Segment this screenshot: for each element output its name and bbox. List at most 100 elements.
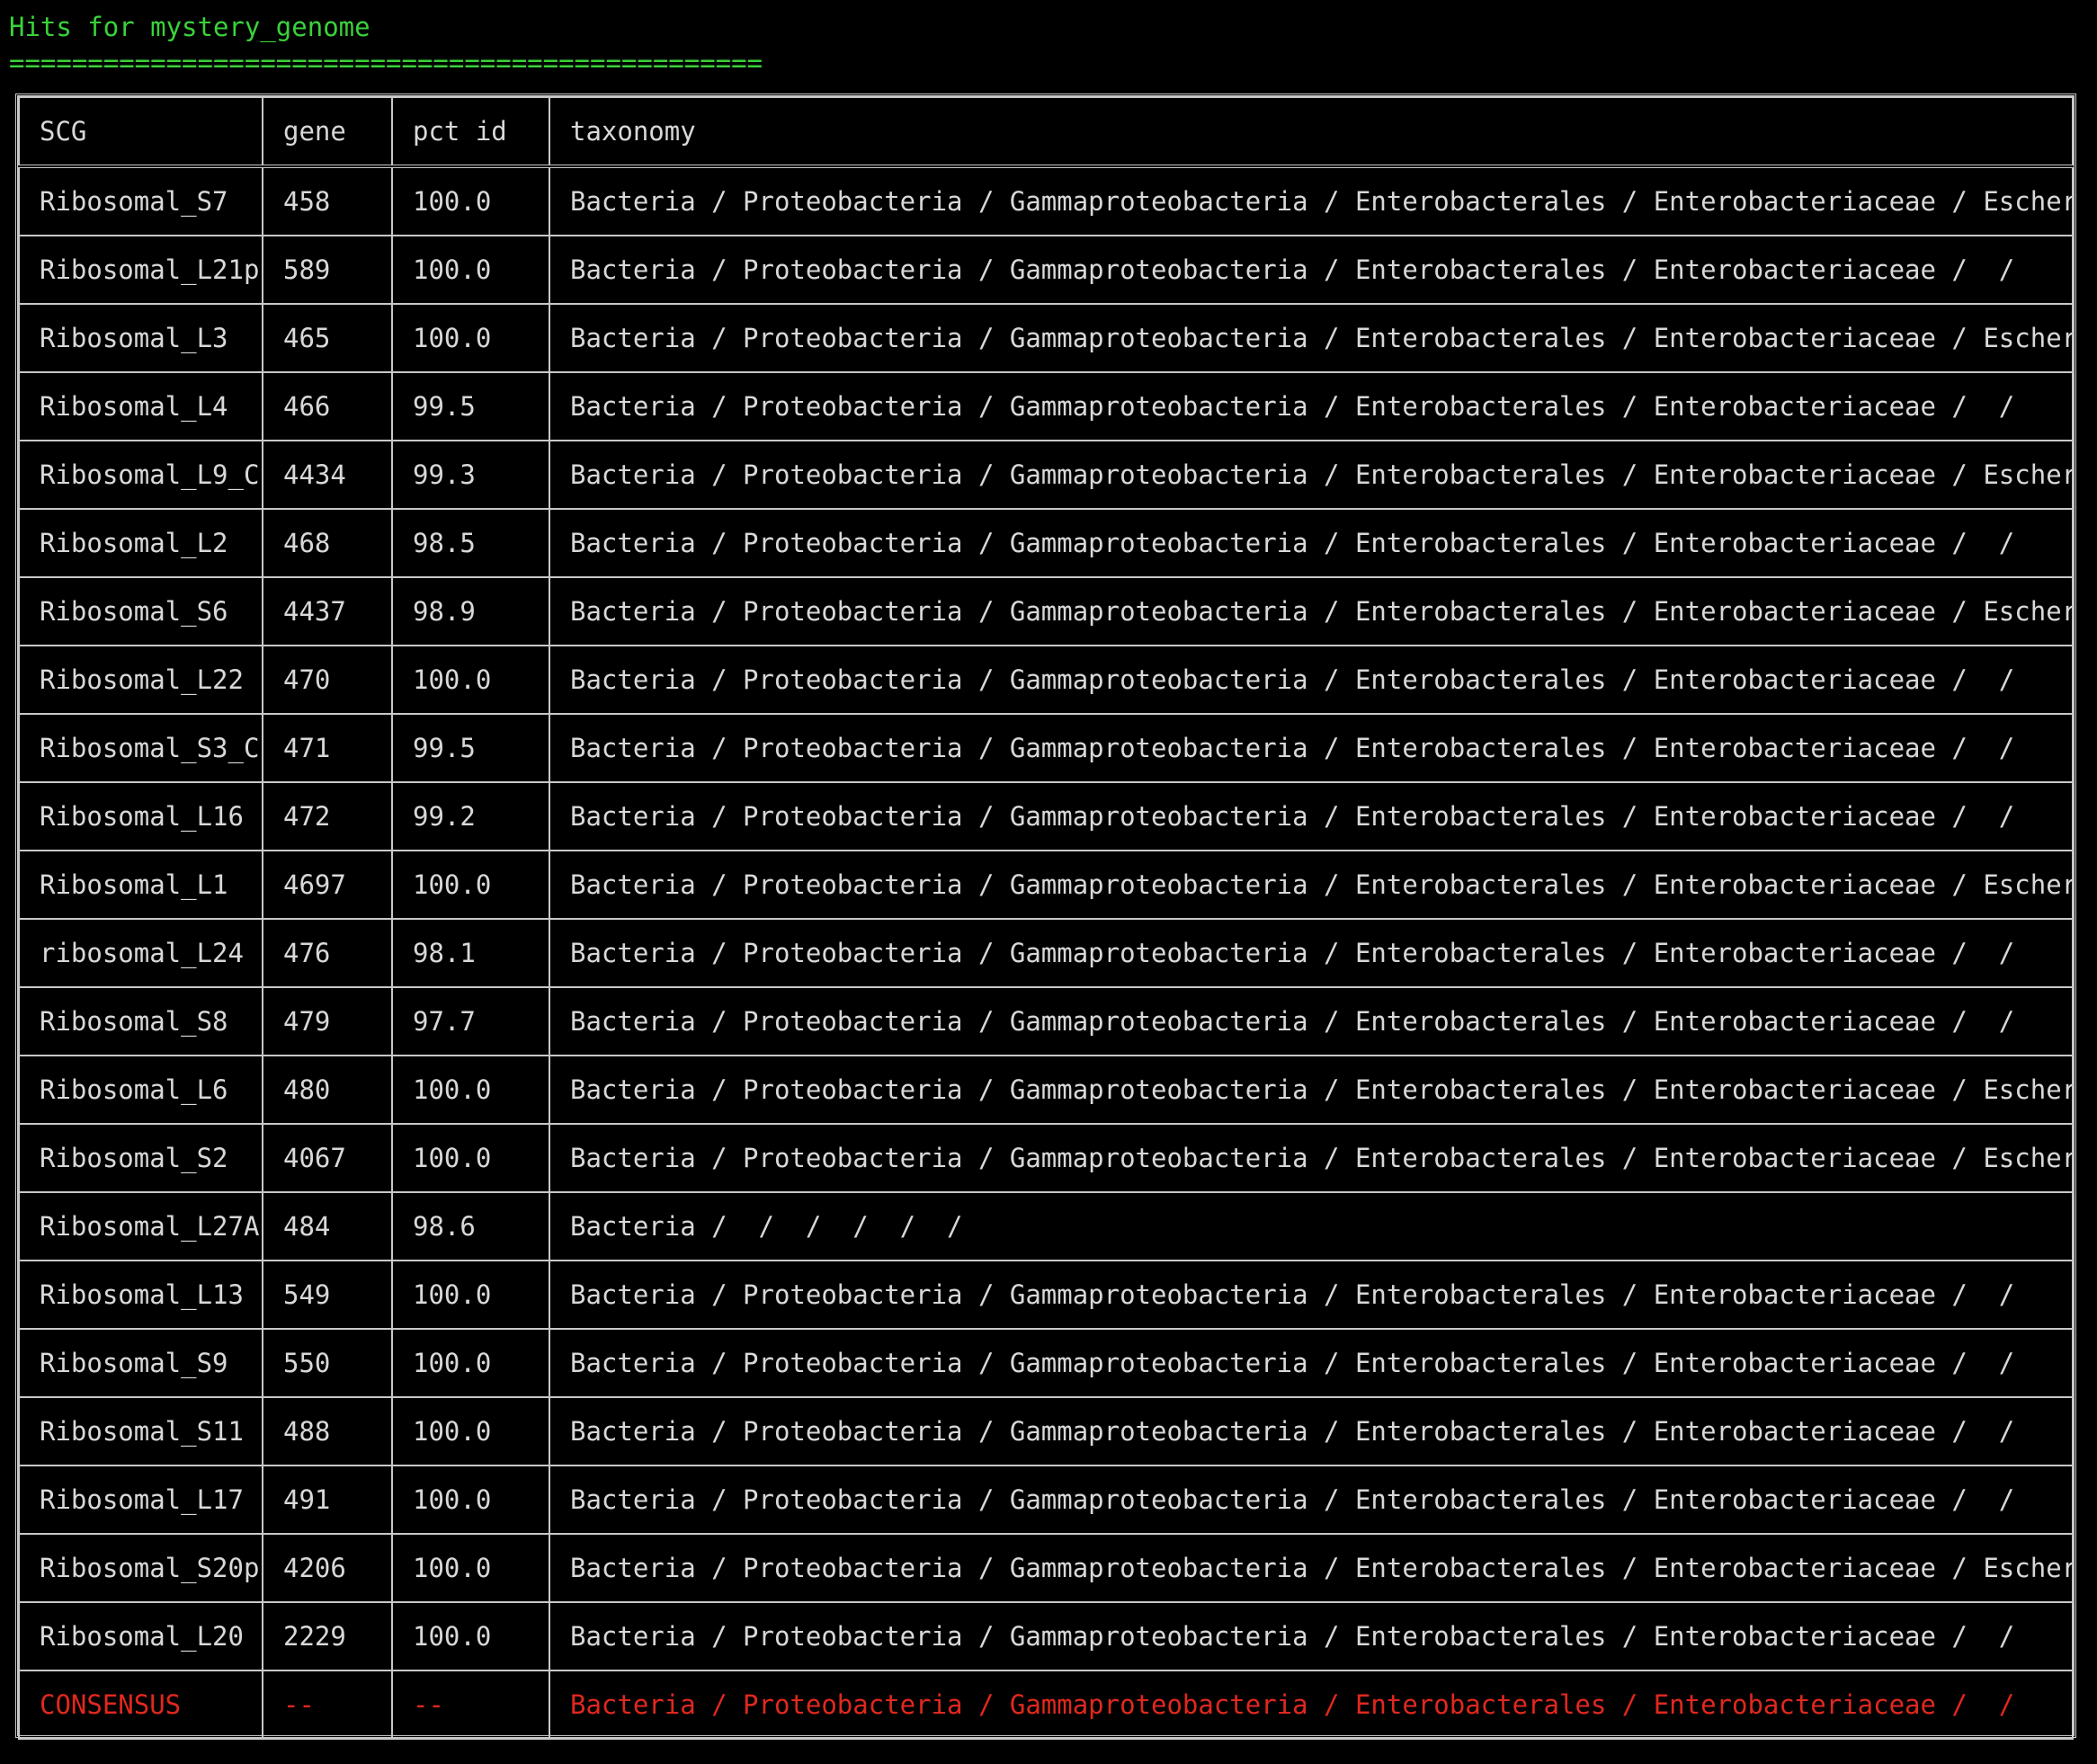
cell-taxonomy: Bacteria / Proteobacteria / Gammaproteob… — [549, 508, 2074, 578]
cell-taxonomy: Bacteria / Proteobacteria / Gammaproteob… — [549, 1123, 2074, 1193]
cell-taxonomy: Bacteria / Proteobacteria / Gammaproteob… — [549, 1601, 2074, 1671]
cell-scg: Ribosomal_L4 — [18, 371, 263, 441]
cell-taxonomy: Bacteria / Proteobacteria / Gammaproteob… — [549, 1260, 2074, 1330]
cell-taxonomy: Bacteria / Proteobacteria / Gammaproteob… — [549, 235, 2074, 305]
cell-scg: Ribosomal_S6 — [18, 576, 263, 646]
cell-gene: 589 — [262, 235, 393, 305]
cell-pct-id: 99.3 — [391, 440, 550, 510]
cell-pct-id: 100.0 — [391, 165, 550, 236]
consensus-cell-gene: -- — [262, 1670, 393, 1740]
cell-pct-id: 99.5 — [391, 713, 550, 783]
cell-scg: Ribosomal_L27A — [18, 1191, 263, 1261]
cell-pct-id: 100.0 — [391, 303, 550, 373]
table-row: Ribosomal_L9_C 4434 99.3 Bacteria / Proteob… — [18, 440, 2074, 510]
cell-taxonomy: Bacteria / Proteobacteria / Gammaproteob… — [549, 576, 2074, 646]
table-row: Ribosomal_L3 465 100.0 Bacteria / Proteobac… — [18, 303, 2074, 373]
cell-pct-id: 98.6 — [391, 1191, 550, 1261]
table-row: Ribosomal_L4 466 99.5 Bacteria / Proteobact… — [18, 371, 2074, 441]
cell-gene: 468 — [262, 508, 393, 578]
cell-gene: 480 — [262, 1055, 393, 1125]
table-row: Ribosomal_L17 491 100.0 Bacteria / Proteoba… — [18, 1465, 2074, 1535]
cell-gene: 472 — [262, 781, 393, 851]
table-row: Ribosomal_S6 4437 98.9 Bacteria / Proteobac… — [18, 576, 2074, 646]
hits-table-frame: SCG gene pct id taxonomy Ribosomal_S7 458… — [15, 94, 2076, 1740]
table-row: Ribosomal_L20 2229 100.0 Bacteria / Proteob… — [18, 1601, 2074, 1671]
cell-pct-id: 100.0 — [391, 1055, 550, 1125]
cell-scg: Ribosomal_S11 — [18, 1396, 263, 1466]
cell-scg: Ribosomal_S20p — [18, 1533, 263, 1603]
table-row: Ribosomal_S3_C 471 99.5 Bacteria / Proteoba… — [18, 713, 2074, 783]
cell-gene: 4437 — [262, 576, 393, 646]
header-pct-id: pct id — [391, 96, 550, 168]
cell-pct-id: 99.5 — [391, 371, 550, 441]
cell-taxonomy: Bacteria / Proteobacteria / Gammaproteob… — [549, 1533, 2074, 1603]
header-scg: SCG — [18, 96, 263, 168]
header-taxonomy: taxonomy — [549, 96, 2074, 168]
cell-taxonomy: Bacteria / Proteobacteria / Gammaproteob… — [549, 1465, 2074, 1535]
cell-scg: Ribosomal_L9_C — [18, 440, 263, 510]
cell-gene: 465 — [262, 303, 393, 373]
cell-taxonomy: Bacteria / Proteobacteria / Gammaproteob… — [549, 986, 2074, 1056]
cell-taxonomy: Bacteria / Proteobacteria / Gammaproteob… — [549, 1328, 2074, 1398]
cell-taxonomy: Bacteria / Proteobacteria / Gammaproteob… — [549, 165, 2074, 236]
cell-pct-id: 100.0 — [391, 1465, 550, 1535]
cell-gene: 470 — [262, 645, 393, 715]
cell-scg: Ribosomal_L13 — [18, 1260, 263, 1330]
cell-taxonomy: Bacteria / Proteobacteria / Gammaproteob… — [549, 713, 2074, 783]
cell-pct-id: 100.0 — [391, 1396, 550, 1466]
cell-scg: Ribosomal_S3_C — [18, 713, 263, 783]
cell-gene: 466 — [262, 371, 393, 441]
cell-pct-id: 98.5 — [391, 508, 550, 578]
table-header-row: SCG gene pct id taxonomy — [18, 96, 2074, 168]
table-row: Ribosomal_L1 4697 100.0 Bacteria / Proteoba… — [18, 850, 2074, 920]
cell-pct-id: 99.2 — [391, 781, 550, 851]
cell-pct-id: 100.0 — [391, 1328, 550, 1398]
table-row: ribosomal_L24 476 98.1 Bacteria / Proteobac… — [18, 918, 2074, 988]
cell-pct-id: 97.7 — [391, 986, 550, 1056]
cell-scg: Ribosomal_L20 — [18, 1601, 263, 1671]
consensus-cell-scg: CONSENSUS — [18, 1670, 263, 1740]
cell-taxonomy: Bacteria / Proteobacteria / Gammaproteob… — [549, 918, 2074, 988]
cell-pct-id: 98.9 — [391, 576, 550, 646]
cell-gene: 4697 — [262, 850, 393, 920]
table-row: Ribosomal_S7 458 100.0 Bacteria / Proteobac… — [18, 165, 2074, 236]
cell-scg: Ribosomal_L17 — [18, 1465, 263, 1535]
table-row: Ribosomal_S8 479 97.7 Bacteria / Proteobact… — [18, 986, 2074, 1056]
cell-pct-id: 100.0 — [391, 1533, 550, 1603]
cell-taxonomy: Bacteria / Proteobacteria / Gammaproteob… — [549, 371, 2074, 441]
table-row: Ribosomal_S20p 4206 100.0 Bacteria / Proteo… — [18, 1533, 2074, 1603]
cell-taxonomy: Bacteria / Proteobacteria / Gammaproteob… — [549, 645, 2074, 715]
cell-pct-id: 100.0 — [391, 235, 550, 305]
cell-gene: 4206 — [262, 1533, 393, 1603]
hits-table: SCG gene pct id taxonomy Ribosomal_S7 458… — [18, 96, 2074, 1740]
cell-scg: Ribosomal_L3 — [18, 303, 263, 373]
consensus-row: CONSENSUS -- -- Bacteria / Proteobacteria /… — [18, 1670, 2074, 1740]
cell-scg: Ribosomal_L1 — [18, 850, 263, 920]
table-row: Ribosomal_L16 472 99.2 Bacteria / Proteobac… — [18, 781, 2074, 851]
cell-pct-id: 100.0 — [391, 1260, 550, 1330]
table-row: Ribosomal_L27A 484 98.6 Bacteria / / / / / … — [18, 1191, 2074, 1261]
cell-gene: 458 — [262, 165, 393, 236]
cell-taxonomy: Bacteria / Proteobacteria / Gammaproteob… — [549, 1055, 2074, 1125]
table-row: Ribosomal_S9 550 100.0 Bacteria / Proteobac… — [18, 1328, 2074, 1398]
cell-scg: Ribosomal_S2 — [18, 1123, 263, 1193]
table-body: Ribosomal_S7 458 100.0 Bacteria / Proteobac… — [18, 165, 2074, 1740]
cell-scg: Ribosomal_S7 — [18, 165, 263, 236]
cell-pct-id: 98.1 — [391, 918, 550, 988]
table-row: Ribosomal_L2 468 98.5 Bacteria / Proteobact… — [18, 508, 2074, 578]
consensus-cell-pct-id: -- — [391, 1670, 550, 1740]
cell-gene: 2229 — [262, 1601, 393, 1671]
cell-gene: 479 — [262, 986, 393, 1056]
cell-taxonomy: Bacteria / Proteobacteria / Gammaproteob… — [549, 303, 2074, 373]
title-underline: ========================================… — [9, 48, 763, 78]
cell-gene: 549 — [262, 1260, 393, 1330]
table-row: Ribosomal_L22 470 100.0 Bacteria / Proteoba… — [18, 645, 2074, 715]
cell-gene: 550 — [262, 1328, 393, 1398]
header-gene: gene — [262, 96, 393, 168]
table-row: Ribosomal_S11 488 100.0 Bacteria / Proteoba… — [18, 1396, 2074, 1466]
cell-pct-id: 100.0 — [391, 1123, 550, 1193]
table-row: Ribosomal_L21p 589 100.0 Bacteria / Proteob… — [18, 235, 2074, 305]
table-row: Ribosomal_S2 4067 100.0 Bacteria / Proteoba… — [18, 1123, 2074, 1193]
output-title: Hits for mystery_genome — [9, 12, 370, 42]
cell-taxonomy: Bacteria / Proteobacteria / Gammaproteob… — [549, 850, 2074, 920]
